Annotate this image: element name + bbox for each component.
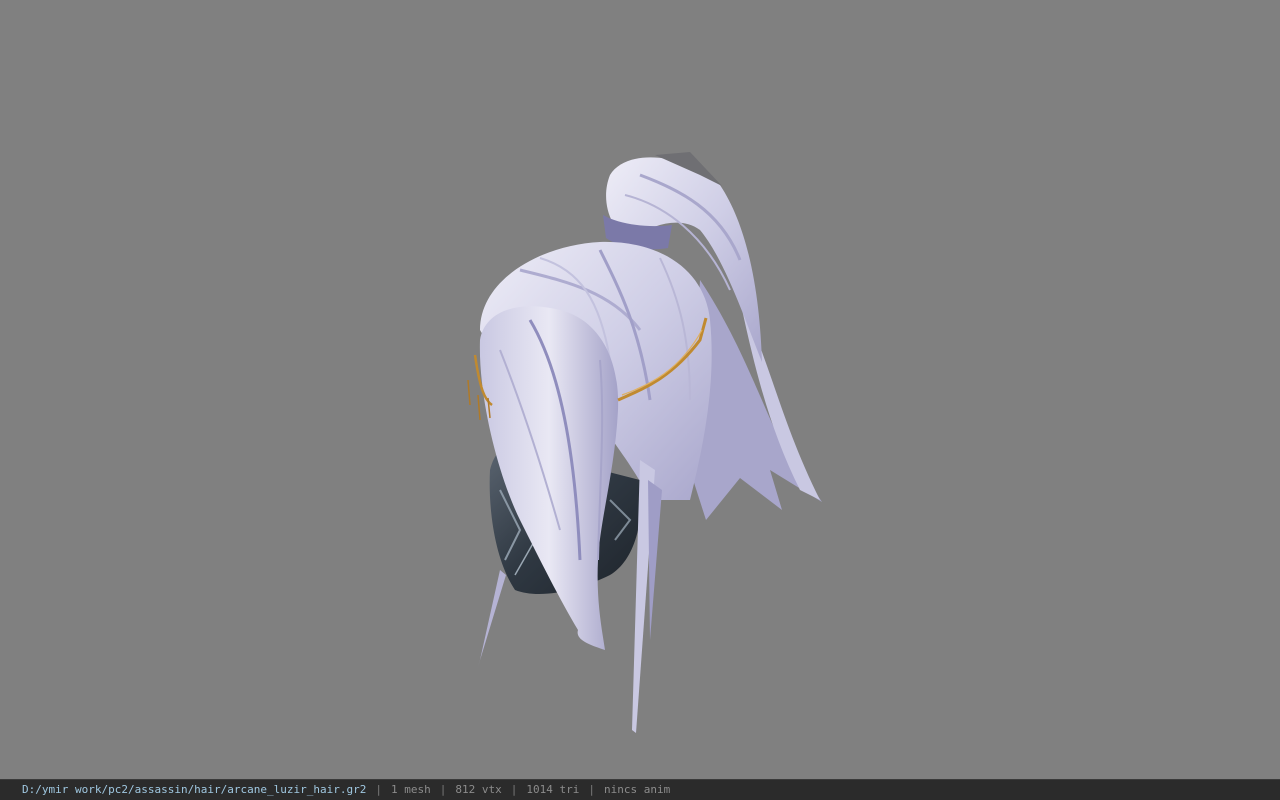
3d-viewport[interactable]: [0, 0, 1280, 779]
separator: |: [375, 783, 382, 796]
vertex-count: 812 vtx: [455, 783, 502, 796]
animation-status: nincs anim: [603, 783, 671, 796]
hair-model-render[interactable]: [0, 0, 1280, 779]
separator: |: [588, 783, 595, 796]
separator: |: [510, 783, 518, 796]
file-path: D:/ymir work/pc2/assassin/hair/arcane_lu…: [22, 783, 367, 796]
mesh-count: 1 mesh: [391, 783, 431, 796]
separator: |: [439, 783, 447, 796]
status-bar: D:/ymir work/pc2/assassin/hair/arcane_lu…: [0, 779, 1280, 800]
triangle-count: 1014 tri: [526, 783, 580, 796]
